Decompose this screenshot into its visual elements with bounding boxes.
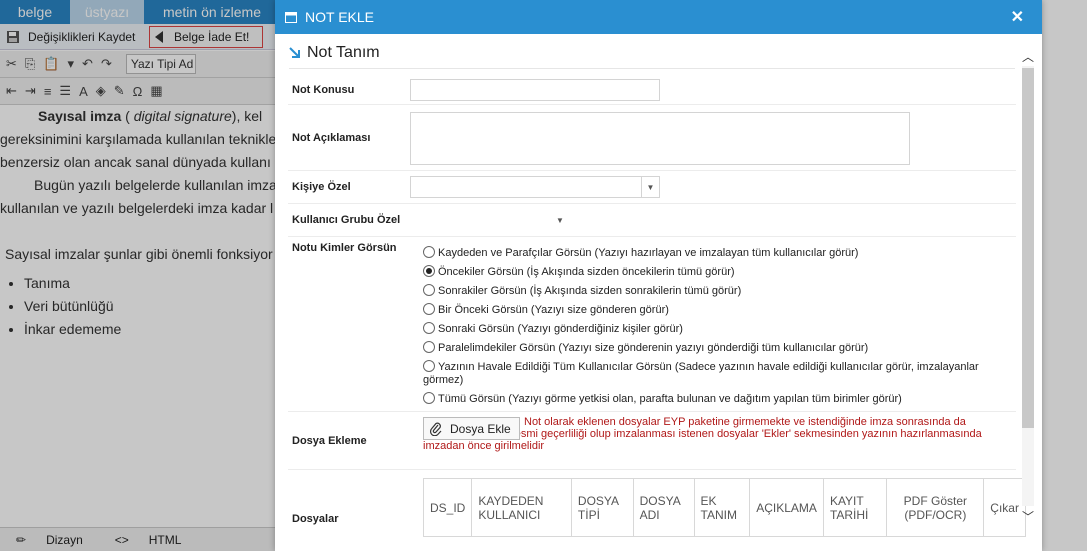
radio-label: Öncekiler Görsün (İş Akışında sizden önc… xyxy=(438,266,735,278)
radio-button[interactable] xyxy=(423,322,435,334)
label-grup-ozel: Kullanıcı Grubu Özel xyxy=(292,214,401,226)
label-kisiye-ozel: Kişiye Özel xyxy=(292,181,351,193)
label-not-aciklamasi: Not Açıklaması xyxy=(292,132,371,144)
radio-button[interactable] xyxy=(423,341,435,353)
not-konusu-input[interactable] xyxy=(410,79,660,101)
radio-option-sonraki[interactable]: Sonraki Görsün (Yazıyı gönderdiğiniz kiş… xyxy=(423,322,993,336)
chevron-down-icon: ▼ xyxy=(641,177,659,197)
radio-option-paralel[interactable]: Paralelimdekiler Görsün (Yazıyı size gön… xyxy=(423,341,993,355)
note-add-dialog: NOT EKLE ✕ Not Tanım Not Konusu Not Açık… xyxy=(275,0,1042,551)
radio-label: Sonrakiler Görsün (İş Akışında sizden so… xyxy=(438,285,742,297)
label-notu-kimler-gorsun: Notu Kimler Görsün xyxy=(292,242,397,254)
label-dosyalar: Dosyalar xyxy=(292,513,339,525)
row-dosyalar: Dosyalar DS_ID KAYDEDEN KULLANICI DOSYA … xyxy=(288,470,1026,551)
radio-label: Bir Önceki Görsün (Yazıyı size gönderen … xyxy=(438,304,669,316)
row-dosya-ekleme: Dosya Ekleme Not olarak eklenen dosyalar… xyxy=(288,412,1016,470)
label-dosya-ekleme: Dosya Ekleme xyxy=(292,435,367,447)
radio-option-sonrakiler[interactable]: Sonrakiler Görsün (İş Akışında sizden so… xyxy=(423,284,993,298)
radio-option-tumu[interactable]: Tümü Görsün (Yazıyı görme yetkisi olan, … xyxy=(423,392,993,406)
radio-button-checked[interactable] xyxy=(423,265,435,277)
add-file-label: Dosya Ekle xyxy=(450,421,511,436)
radio-label: Sonraki Görsün (Yazıyı gönderdiğiniz kiş… xyxy=(438,323,683,335)
section-divider xyxy=(289,68,1015,69)
radio-button[interactable] xyxy=(423,246,435,258)
grup-ozel-select[interactable]: ▼ xyxy=(410,209,569,231)
radio-button[interactable] xyxy=(423,284,435,296)
arrow-down-right-icon xyxy=(289,47,300,58)
dialog-title: NOT EKLE xyxy=(305,9,374,25)
radio-option-havale[interactable]: Yazının Havale Edildiği Tüm Kullanıcılar… xyxy=(423,360,993,387)
radio-label: Yazının Havale Edildiği Tüm Kullanıcılar… xyxy=(423,361,979,386)
column-header[interactable]: EK TANIM xyxy=(693,478,751,537)
radio-option-bir-onceki[interactable]: Bir Önceki Görsün (Yazıyı size gönderen … xyxy=(423,303,993,317)
scrollbar-thumb[interactable] xyxy=(1022,68,1034,428)
radio-option-oncekiler[interactable]: Öncekiler Görsün (İş Akışında sizden önc… xyxy=(423,265,993,279)
column-header[interactable]: DOSYA ADI xyxy=(632,478,695,537)
radio-label: Kaydeden ve Parafçılar Görsün (Yazıyı ha… xyxy=(438,247,859,259)
chevron-up-icon[interactable]: ︿ xyxy=(1020,48,1036,64)
radio-option-kaydeden[interactable]: Kaydeden ve Parafçılar Görsün (Yazıyı ha… xyxy=(423,246,993,260)
row-grup-ozel: Kullanıcı Grubu Özel ▼ xyxy=(288,204,1016,237)
table-header-row: DS_ID KAYDEDEN KULLANICI DOSYA TİPİ DOSY… xyxy=(422,478,1026,537)
column-header[interactable]: KAYDEDEN KULLANICI xyxy=(471,478,572,537)
label-not-konusu: Not Konusu xyxy=(292,84,355,96)
add-file-button[interactable]: Dosya Ekle xyxy=(423,417,520,440)
close-icon[interactable]: ✕ xyxy=(1011,7,1024,27)
row-not-aciklamasi: Not Açıklaması xyxy=(288,105,1016,171)
radio-button[interactable] xyxy=(423,360,435,372)
dialog-header: NOT EKLE ✕ xyxy=(275,0,1042,34)
chevron-down-icon: ▼ xyxy=(556,215,564,225)
column-header[interactable]: KAYIT TARİHİ xyxy=(822,478,888,537)
dialog-scrollbar[interactable]: ︿ ﹀ xyxy=(1020,34,1036,524)
column-header[interactable]: DS_ID xyxy=(422,478,473,537)
files-table: DS_ID KAYDEDEN KULLANICI DOSYA TİPİ DOSY… xyxy=(422,478,1026,537)
column-header[interactable]: PDF Göster (PDF/OCR) xyxy=(886,478,985,537)
kisiye-ozel-select[interactable]: ▼ xyxy=(410,176,660,198)
window-icon xyxy=(285,11,297,23)
column-header[interactable]: AÇIKLAMA xyxy=(749,478,824,537)
radio-button[interactable] xyxy=(423,392,435,404)
row-not-konusu: Not Konusu xyxy=(288,71,1016,105)
section-title: Not Tanım xyxy=(307,44,380,61)
paperclip-icon xyxy=(430,422,442,436)
row-notu-kimler-gorsun: Notu Kimler Görsün Kaydeden ve Parafçıla… xyxy=(288,237,1016,412)
column-header[interactable]: DOSYA TİPİ xyxy=(570,478,634,537)
radio-button[interactable] xyxy=(423,303,435,315)
section-header: Not Tanım xyxy=(289,44,380,62)
dialog-body: Not Tanım Not Konusu Not Açıklaması Kişi… xyxy=(275,34,1042,551)
row-kisiye-ozel: Kişiye Özel ▼ xyxy=(288,171,1016,204)
radio-label: Paralelimdekiler Görsün (Yazıyı size gön… xyxy=(438,342,869,354)
not-aciklamasi-textarea[interactable] xyxy=(410,112,910,165)
chevron-down-icon[interactable]: ﹀ xyxy=(1020,508,1036,524)
radio-label: Tümü Görsün (Yazıyı görme yetkisi olan, … xyxy=(438,393,902,405)
